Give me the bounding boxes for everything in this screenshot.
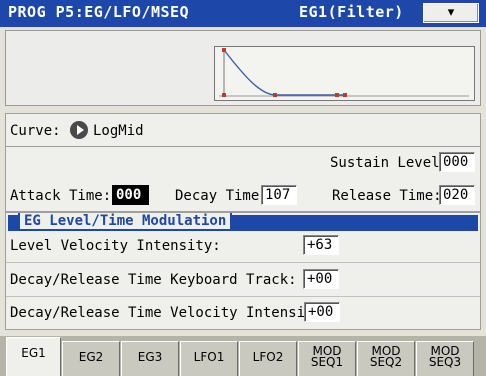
tab-eg2[interactable]: EG2 bbox=[62, 341, 120, 376]
edit-target-label: EG1(Filter) bbox=[299, 3, 404, 21]
section-title: EG Level/Time Modulation bbox=[18, 213, 233, 231]
chevron-down-icon: ▾ bbox=[447, 5, 455, 20]
tab-label-line2: SEQ2 bbox=[369, 355, 403, 369]
envelope-curve bbox=[219, 48, 469, 97]
divider bbox=[6, 296, 480, 297]
title-bar: PROG P5:EG/LFO/MSEQ EG1(Filter) ▾ bbox=[0, 0, 486, 27]
page-tab-bar: EG1 EG2 EG3 LFO1 LFO2 MOD SEQ1 MOD SEQ2 … bbox=[0, 336, 486, 376]
screen: PROG P5:EG/LFO/MSEQ EG1(Filter) ▾ Curve:… bbox=[0, 0, 486, 376]
curve-value[interactable]: LogMid bbox=[93, 123, 144, 139]
tab-label-line2: SEQ3 bbox=[428, 355, 462, 369]
tab-mod-seq3[interactable]: MOD SEQ3 bbox=[416, 341, 474, 376]
tab-label: LFO2 bbox=[252, 350, 284, 364]
divider bbox=[6, 262, 480, 263]
envelope-point bbox=[222, 93, 226, 97]
level-velocity-label: Level Velocity Intensity: bbox=[10, 238, 221, 254]
release-time-field[interactable]: 020 bbox=[439, 185, 475, 205]
envelope-point bbox=[335, 93, 339, 97]
dr-keyboard-track-label: Decay/Release Time Keyboard Track: bbox=[10, 272, 297, 288]
tab-mod-seq2[interactable]: MOD SEQ2 bbox=[357, 341, 415, 376]
tab-label: LFO1 bbox=[193, 350, 225, 364]
curve-select-button[interactable] bbox=[70, 121, 88, 139]
curve-label: Curve: bbox=[10, 123, 61, 139]
envelope-point bbox=[273, 93, 277, 97]
attack-time-label: Attack Time: bbox=[10, 188, 112, 204]
attack-time-field[interactable]: 000 bbox=[112, 185, 149, 205]
tab-eg3[interactable]: EG3 bbox=[121, 341, 179, 376]
envelope-point bbox=[343, 93, 347, 97]
dr-keyboard-track-field[interactable]: +00 bbox=[303, 269, 339, 289]
envelope-params-panel: Sustain Level: 000 Attack Time: 000 Deca… bbox=[5, 146, 481, 212]
section-header-bar: EG Level/Time Modulation bbox=[8, 213, 478, 231]
page-menu-button[interactable]: ▾ bbox=[423, 3, 479, 23]
curve-row: Curve: LogMid bbox=[5, 113, 481, 147]
dr-velocity-field[interactable]: +00 bbox=[304, 302, 340, 322]
decay-time-field[interactable]: 107 bbox=[261, 185, 297, 205]
tab-label: EG3 bbox=[137, 350, 163, 364]
tab-label: EG1 bbox=[21, 346, 46, 360]
tab-lfo2[interactable]: LFO2 bbox=[239, 341, 297, 376]
level-velocity-field[interactable]: +63 bbox=[303, 235, 339, 255]
envelope-graph bbox=[214, 46, 475, 101]
tab-mod-seq1[interactable]: MOD SEQ1 bbox=[298, 341, 356, 376]
sustain-level-label: Sustain Level: bbox=[330, 155, 449, 171]
tab-eg1[interactable]: EG1 bbox=[6, 337, 61, 376]
tab-label-line2: SEQ1 bbox=[310, 355, 344, 369]
tab-lfo1[interactable]: LFO1 bbox=[180, 341, 238, 376]
envelope-point bbox=[222, 48, 226, 52]
sustain-level-field[interactable]: 000 bbox=[439, 152, 475, 172]
eg-modulation-section: EG Level/Time Modulation Level Velocity … bbox=[5, 212, 481, 330]
tab-label: EG2 bbox=[78, 350, 104, 364]
dr-velocity-label: Decay/Release Time Velocity Intensity: bbox=[10, 305, 331, 321]
envelope-decay-line bbox=[223, 49, 346, 96]
release-time-label: Release Time: bbox=[332, 188, 442, 204]
page-title: PROG P5:EG/LFO/MSEQ bbox=[8, 3, 190, 21]
decay-time-label: Decay Time: bbox=[175, 188, 268, 204]
